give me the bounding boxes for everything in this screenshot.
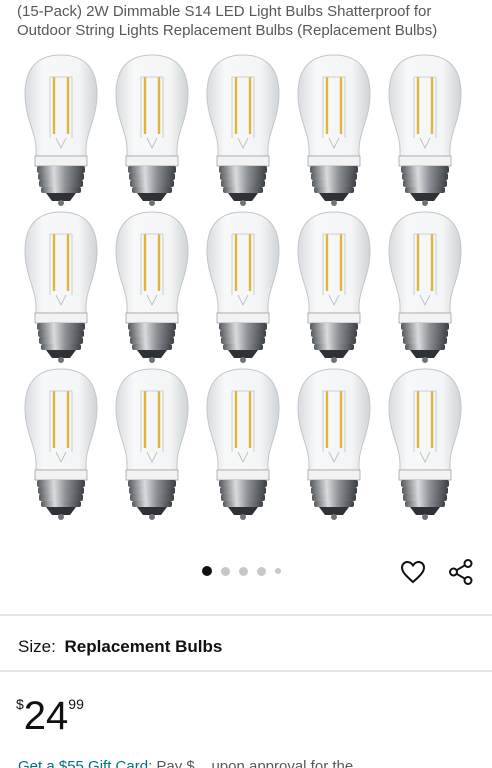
product-image-gallery[interactable] xyxy=(16,52,476,522)
product-image-bulb xyxy=(380,366,470,523)
product-image-bulb xyxy=(107,209,197,366)
product-image-bulb xyxy=(107,366,197,523)
size-selector[interactable]: Size: Replacement Bulbs xyxy=(18,637,222,657)
carousel-pagination[interactable] xyxy=(202,566,281,576)
gift-card-promo: Get a $55 Gift Card: Pay $... upon appro… xyxy=(18,758,353,768)
product-image-bulb xyxy=(198,209,288,366)
product-image-bulb xyxy=(16,209,106,366)
carousel-dot-4[interactable] xyxy=(257,566,266,576)
product-image-bulb xyxy=(289,52,379,209)
product-image-bulb xyxy=(16,366,106,523)
product-image-bulb xyxy=(289,209,379,366)
promo-rest-text: : Pay $... upon approval for the xyxy=(148,758,354,768)
section-divider xyxy=(0,614,492,616)
price: $ 24 99 xyxy=(16,690,84,738)
carousel-dot-2[interactable] xyxy=(221,566,230,576)
size-label: Size: xyxy=(18,637,56,656)
carousel-dot-5[interactable] xyxy=(275,568,281,574)
price-fraction: 99 xyxy=(68,696,84,712)
price-symbol: $ xyxy=(16,696,24,712)
carousel-dot-3[interactable] xyxy=(239,566,248,576)
product-image-bulb xyxy=(380,52,470,209)
carousel-dot-1[interactable] xyxy=(202,566,212,576)
product-image-bulb xyxy=(16,52,106,209)
product-title: (15-Pack) 2W Dimmable S14 LED Light Bulb… xyxy=(17,3,438,39)
section-divider xyxy=(0,670,492,672)
share-icon[interactable] xyxy=(447,558,475,586)
product-image-bulb xyxy=(289,366,379,523)
price-whole: 24 xyxy=(23,694,69,738)
gift-card-link[interactable]: Get a $55 Gift Card xyxy=(18,758,148,768)
product-image-bulb xyxy=(380,209,470,366)
heart-icon[interactable] xyxy=(399,558,427,586)
product-image-bulb xyxy=(198,52,288,209)
size-value: Replacement Bulbs xyxy=(64,637,223,656)
product-image-bulb xyxy=(107,52,197,209)
product-image-bulb xyxy=(198,366,288,523)
